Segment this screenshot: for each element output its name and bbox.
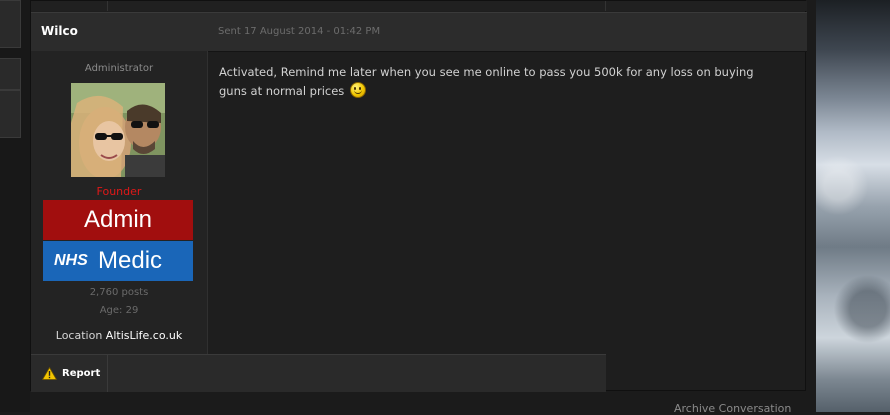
avatar-photo xyxy=(71,83,165,177)
warning-icon xyxy=(42,367,57,380)
avatar[interactable] xyxy=(71,83,165,177)
side-tab[interactable] xyxy=(0,58,21,90)
message-panel: Wilco Sent 17 August 2014 - 01:42 PM Adm… xyxy=(30,0,807,392)
admin-badge: Admin xyxy=(43,200,193,240)
report-button[interactable]: Report xyxy=(31,355,108,392)
group-title: Founder xyxy=(96,185,142,198)
report-label: Report xyxy=(62,368,101,379)
user-age: Age: 29 xyxy=(99,305,139,316)
medic-badge-label: Medic xyxy=(98,247,163,274)
location-value: AltisLife.co.uk xyxy=(105,329,183,342)
nhs-logo: NHS xyxy=(54,252,88,269)
previous-post-edge xyxy=(31,1,807,11)
sent-date: Sent 17 August 2014 - 01:42 PM xyxy=(218,26,381,37)
admin-badge-label: Admin xyxy=(83,206,153,233)
archive-conversation-link[interactable]: Archive Conversation xyxy=(674,402,791,415)
side-tab[interactable] xyxy=(0,90,21,138)
author-name[interactable]: Wilco xyxy=(41,24,78,38)
page-background-left xyxy=(0,0,30,412)
medic-badge: NHS Medic xyxy=(43,241,193,281)
author-sidebar: Administrator Founder Admin NHS Medic 2,… xyxy=(31,51,208,354)
message-text: Activated, Remind me later when you see … xyxy=(219,65,754,98)
user-role: Administrator xyxy=(84,63,154,74)
background-image xyxy=(816,0,890,412)
previous-post-cell xyxy=(31,1,108,11)
message-body: Activated, Remind me later when you see … xyxy=(219,63,779,101)
location-label: Location xyxy=(55,329,103,342)
user-location: Location AltisLife.co.uk xyxy=(31,329,207,342)
message-header: Wilco Sent 17 August 2014 - 01:42 PM xyxy=(31,12,807,52)
smiley-icon xyxy=(349,82,366,98)
message-footer: Report xyxy=(31,354,606,392)
previous-post-body xyxy=(107,1,606,11)
side-tab[interactable] xyxy=(0,0,21,48)
post-count[interactable]: 2,760 posts xyxy=(31,287,207,298)
